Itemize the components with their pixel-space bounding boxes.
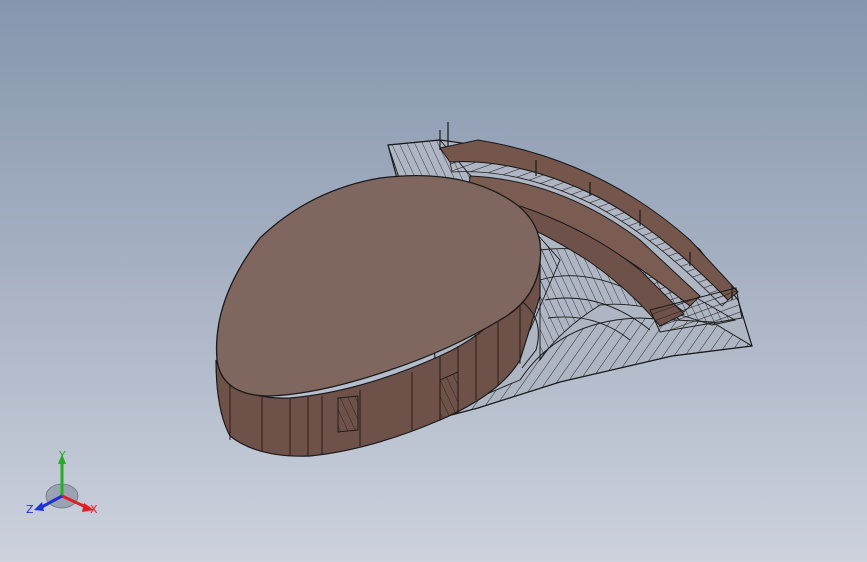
z-arrow-icon: [34, 502, 44, 511]
y-axis-label: Y: [59, 449, 66, 462]
coordinate-triad: Y X Z: [26, 448, 106, 524]
graphics-viewport[interactable]: Y X Z: [0, 0, 867, 562]
model-view[interactable]: [0, 0, 867, 562]
x-axis-label: X: [90, 503, 98, 516]
z-axis-label: Z: [26, 503, 34, 516]
